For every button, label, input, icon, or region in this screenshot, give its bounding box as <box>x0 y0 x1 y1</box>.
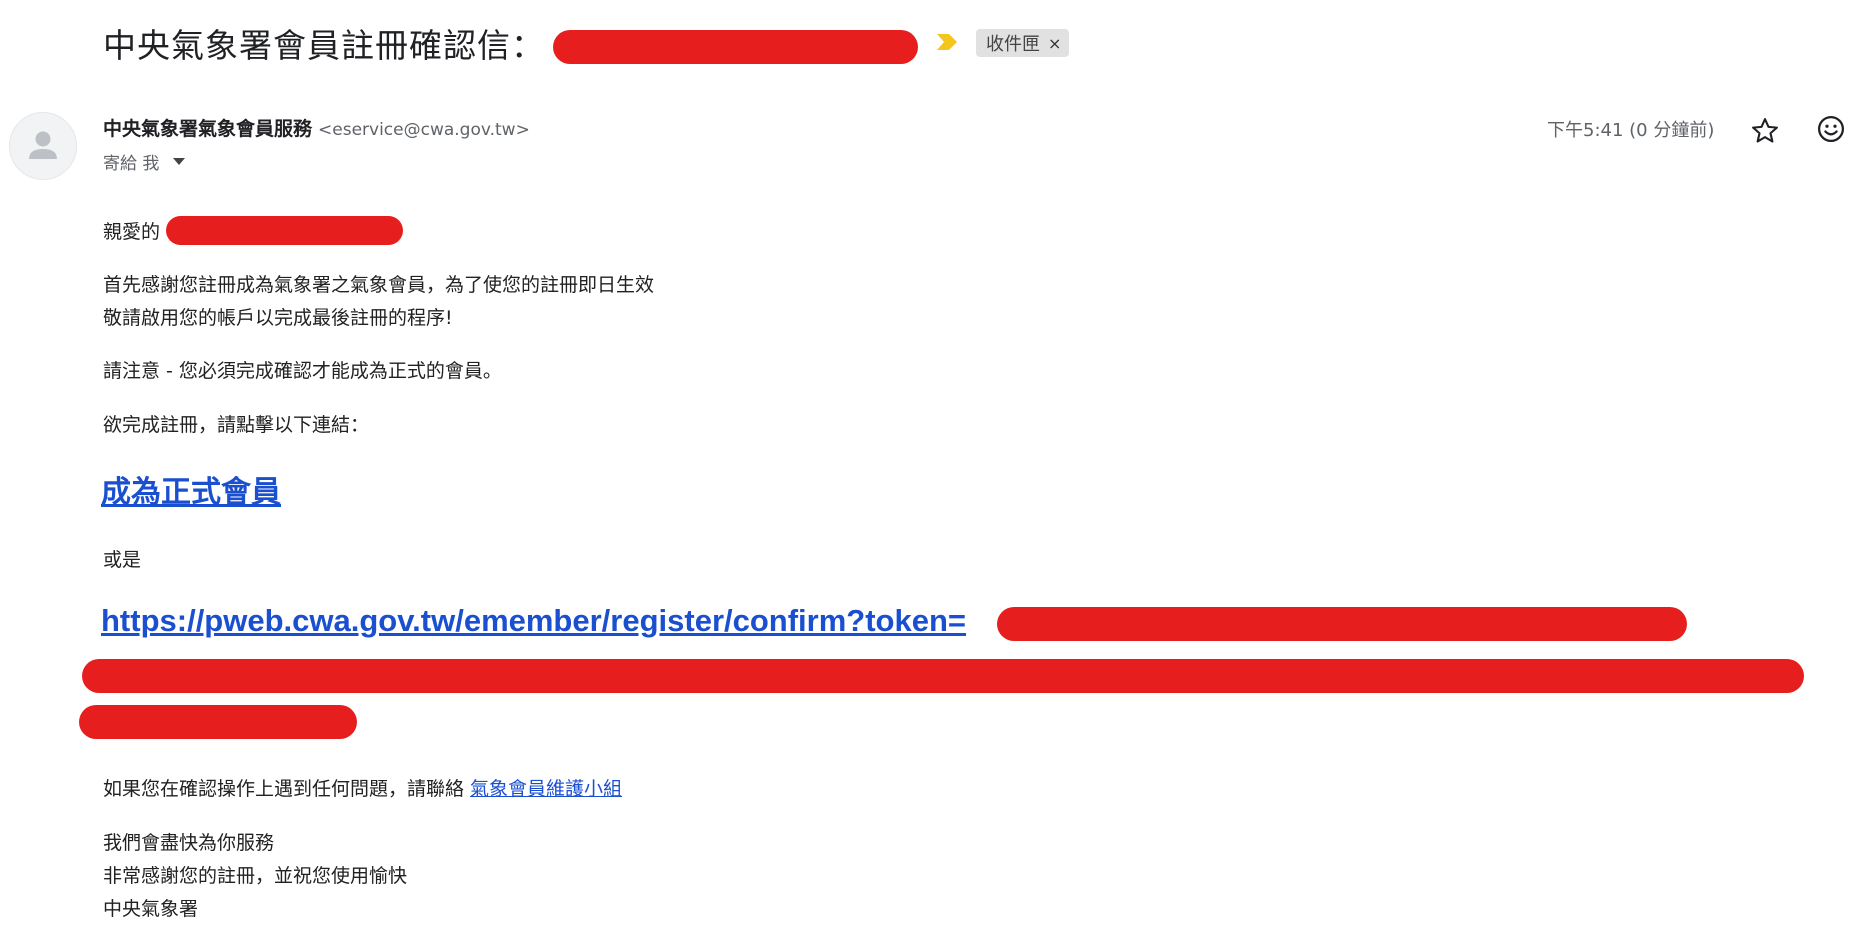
greeting: 親愛的 <box>103 221 161 243</box>
sender-avatar[interactable] <box>9 112 77 180</box>
remove-label-button[interactable]: × <box>1048 34 1061 53</box>
star-icon[interactable] <box>1750 116 1780 146</box>
chevron-down-icon[interactable] <box>173 158 186 165</box>
confirm-membership-link[interactable]: 成為正式會員 <box>101 467 281 511</box>
closing-line-2: 非常感謝您的註冊，並祝您使用愉快 <box>103 865 408 887</box>
redacted-subject <box>553 30 918 64</box>
signature: 中央氣象署 <box>103 898 199 920</box>
recipient-text: 寄給 我 <box>103 154 160 174</box>
sender-name[interactable]: 中央氣象署氣象會員服務 <box>103 118 312 140</box>
or-text: 或是 <box>103 549 142 571</box>
subject-row: 中央氣象署會員註冊確認信： <box>103 18 545 68</box>
label-inbox-chip[interactable]: 收件匣 × <box>976 29 1070 57</box>
label-important-icon[interactable] <box>937 34 957 50</box>
recipient-line: 寄給 我 <box>103 149 186 174</box>
redacted-token-3 <box>79 705 357 739</box>
redacted-token-1 <box>997 607 1687 641</box>
instruction-text: 欲完成註冊，請點擊以下連結： <box>103 414 370 436</box>
closing-line-1: 我們會盡快為你服務 <box>103 832 275 854</box>
emoji-reaction-icon[interactable] <box>1816 114 1846 144</box>
person-icon <box>29 131 57 159</box>
redacted-token-2 <box>82 659 1804 693</box>
support-team-link[interactable]: 氣象會員維護小組 <box>470 778 622 800</box>
email-timestamp: 下午5:41 (0 分鐘前) <box>1547 120 1715 141</box>
label-inbox-text: 收件匣 <box>986 34 1040 55</box>
help-text: 如果您在確認操作上遇到任何問題，請聯絡 <box>103 778 471 800</box>
sender-line: 中央氣象署氣象會員服務 <eservice@cwa.gov.tw> <box>103 114 530 141</box>
sender-email: <eservice@cwa.gov.tw> <box>318 120 530 140</box>
redacted-recipient-name <box>166 216 403 245</box>
notice-text: 請注意 - 您必須完成確認才能成為正式的會員。 <box>103 360 502 382</box>
body-paragraph-line-2: 敬請啟用您的帳戶以完成最後註冊的程序! <box>103 307 453 329</box>
body-paragraph-line-1: 首先感謝您註冊成為氣象署之氣象會員，為了使您的註冊即日生效 <box>103 274 655 296</box>
email-subject: 中央氣象署會員註冊確認信： <box>103 26 545 65</box>
confirm-url-link[interactable]: https://pweb.cwa.gov.tw/emember/register… <box>101 603 966 639</box>
help-line: 如果您在確認操作上遇到任何問題，請聯絡 氣象會員維護小組 <box>103 774 622 801</box>
